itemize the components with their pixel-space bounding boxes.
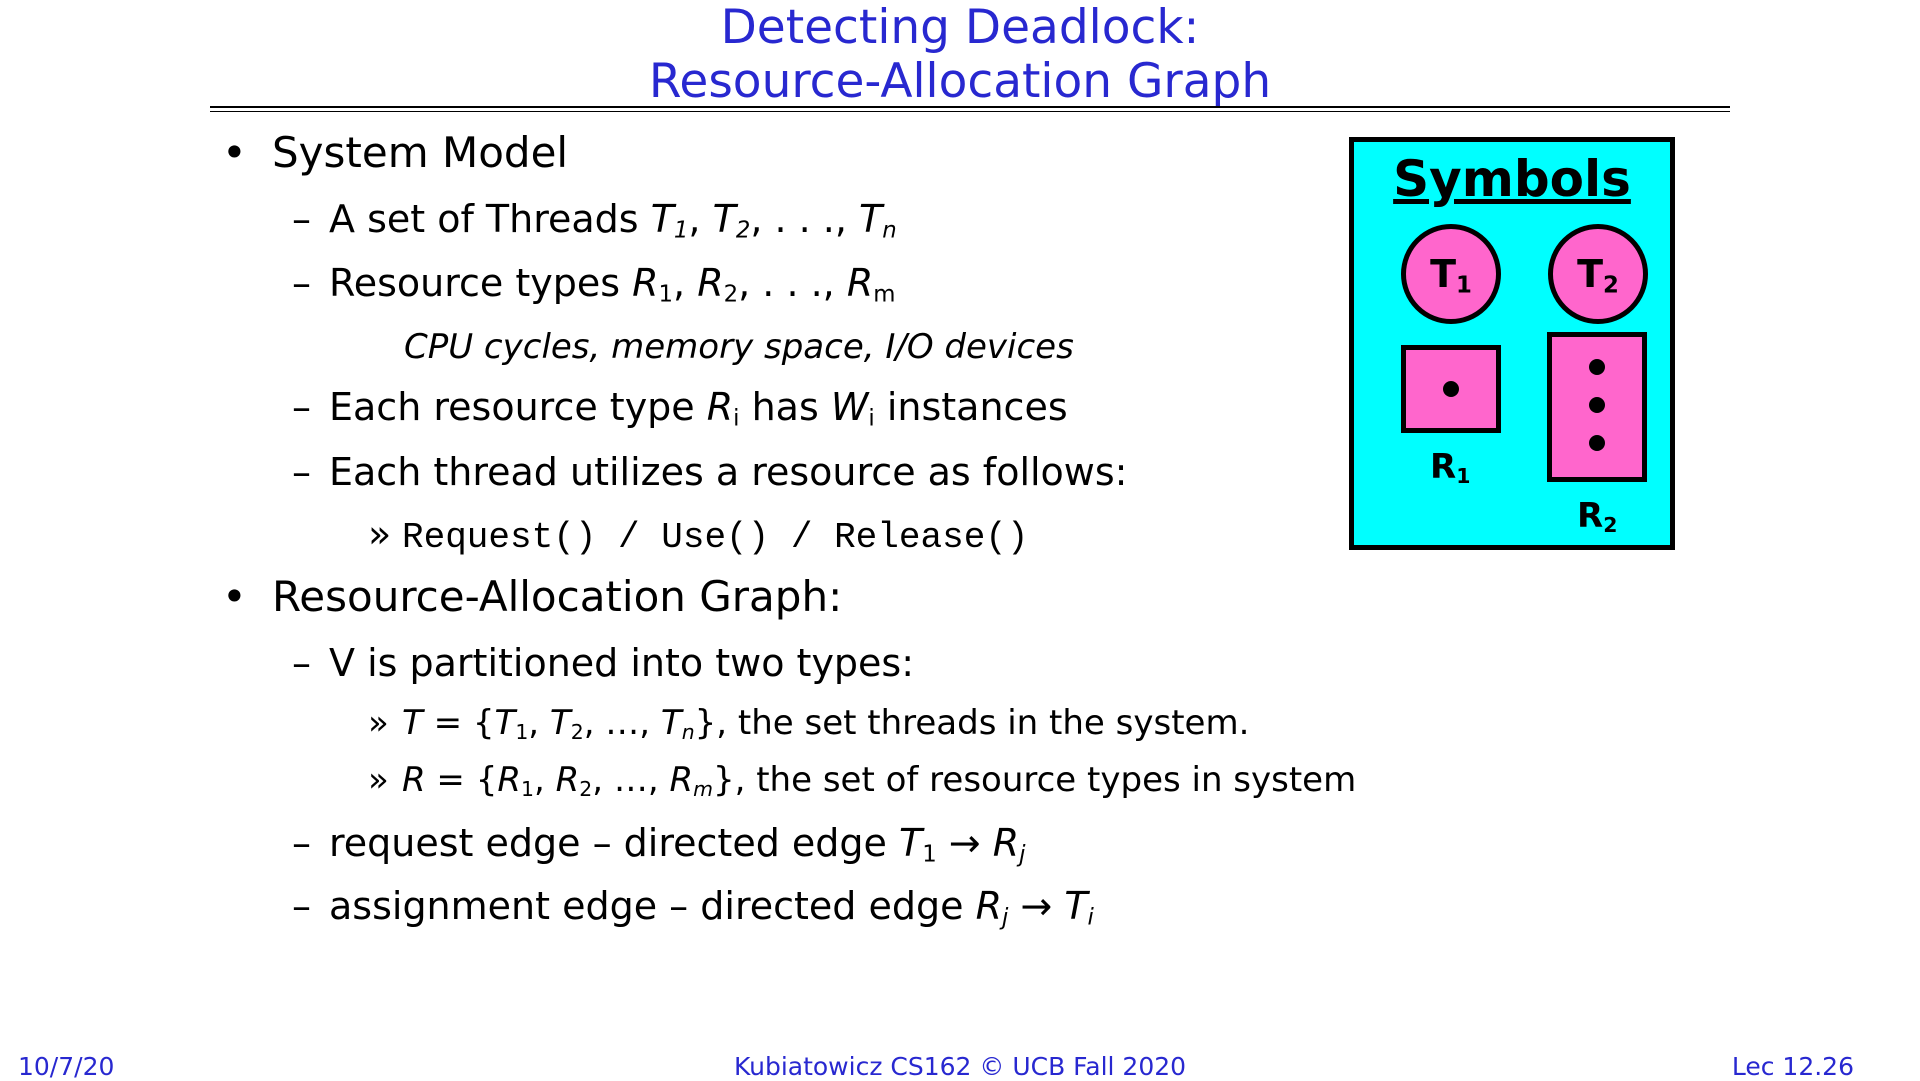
- item-thread-set: » T = {T1, T2, …, Tn}, the set threads in…: [368, 703, 1250, 745]
- item-text: V is partitioned into two types:: [329, 641, 915, 685]
- item-instances: – Each resource type Ri has Wi instances: [292, 385, 1068, 432]
- resource-node-r2: [1547, 332, 1647, 482]
- item-code: » Request() / Use() / Release(): [368, 512, 1029, 558]
- thread-label: T1: [1430, 252, 1472, 299]
- item-threads: – A set of Threads T1, T2, . . ., Tn: [292, 197, 897, 244]
- instance-dot: [1443, 381, 1459, 397]
- item-partition: – V is partitioned into two types:: [292, 641, 915, 685]
- bullet-text: System Model: [272, 128, 569, 177]
- symbols-title: Symbols: [1393, 150, 1631, 208]
- item-text: , the set threads in the system.: [716, 703, 1250, 743]
- slide-title-line-2: Resource-Allocation Graph: [648, 54, 1272, 109]
- item-assignment-edge: – assignment edge – directed edge Rj → Ti: [292, 884, 1094, 931]
- instance-dot: [1589, 359, 1605, 375]
- footer-course: Kubiatowicz CS162 © UCB Fall 2020: [733, 1052, 1187, 1081]
- thread-label: T2: [1577, 252, 1619, 299]
- item-text: A set of Threads: [329, 197, 651, 241]
- instance-dot: [1589, 435, 1605, 451]
- thread-node-t1: T1: [1401, 224, 1501, 324]
- item-utilization: – Each thread utilizes a resource as foll…: [292, 450, 1128, 494]
- resource-examples: CPU cycles, memory space, I/O devices: [404, 327, 1074, 367]
- title-rule-thin: [210, 111, 1730, 112]
- item-text: Each thread utilizes a resource as follo…: [329, 450, 1128, 494]
- item-text: assignment edge – directed edge: [329, 884, 976, 928]
- item-text: has: [739, 385, 831, 429]
- item-text: Each resource type: [329, 385, 707, 429]
- item-request-edge: – request edge – directed edge T1 → Rj: [292, 821, 1026, 868]
- bullet-rag: • Resource-Allocation Graph:: [222, 572, 842, 621]
- item-text: request edge – directed edge: [329, 821, 899, 865]
- item-resource-types: – Resource types R1, R2, . . ., Rm: [292, 261, 896, 308]
- bullet-marker: •: [222, 572, 247, 621]
- resource-node-r1: [1401, 345, 1501, 433]
- code-text: Request() / Use() / Release(): [402, 517, 1029, 558]
- item-text: instances: [874, 385, 1068, 429]
- bullet-system-model: • System Model: [222, 128, 568, 177]
- slide-title-line-1: Detecting Deadlock:: [720, 0, 1200, 55]
- bullet-marker: •: [222, 128, 247, 177]
- instance-dot: [1589, 397, 1605, 413]
- item-resource-set: » R = {R1, R2, …, Rm}, the set of resourc…: [368, 760, 1357, 802]
- footer-lecture: Lec 12.26: [1731, 1052, 1854, 1081]
- title-rule: [210, 106, 1730, 108]
- bullet-text: Resource-Allocation Graph:: [272, 572, 843, 621]
- thread-node-t2: T2: [1548, 224, 1648, 324]
- item-text: , the set of resource types in system: [734, 760, 1357, 800]
- resource-label-r2: R2: [1577, 496, 1618, 538]
- symbols-legend: Symbols T1 T2 R1 R2: [1349, 137, 1675, 550]
- item-text: Resource types: [329, 261, 633, 305]
- resource-label-r1: R1: [1430, 447, 1471, 489]
